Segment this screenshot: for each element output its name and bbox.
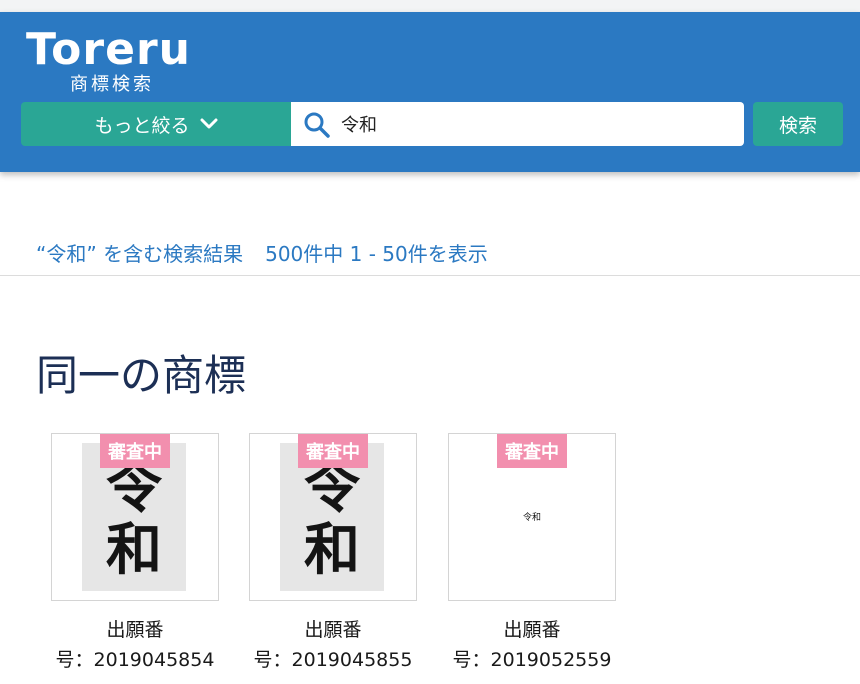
section-title: 同一の商標 — [36, 351, 247, 400]
trademark-thumbnail[interactable]: 令 和 審査中 — [249, 433, 417, 601]
top-strip — [0, 0, 860, 12]
application-number-label: 出願番 — [503, 619, 561, 641]
application-number-value: 号：2019052559 — [452, 649, 612, 671]
chevron-down-icon — [200, 118, 217, 129]
site-header: Toreru 商標検索 もっと絞る 検索 — [0, 12, 860, 172]
result-query: “令和” を含む検索結果 — [36, 242, 244, 266]
application-number: 出願番 号：2019045855 — [249, 615, 417, 675]
result-summary: “令和” を含む検索結果 500件中 1 - 50件を表示 — [36, 238, 488, 267]
trademark-thumbnail[interactable]: 令 和 審査中 — [51, 433, 219, 601]
mark-char: 和 — [106, 517, 162, 583]
trademark-text-mark: 令和 — [522, 513, 541, 523]
search-button-label: 検索 — [778, 114, 817, 137]
status-badge: 審査中 — [298, 434, 368, 468]
narrow-search-label: もっと絞る — [94, 114, 190, 137]
logo-text: Toreru — [26, 24, 191, 75]
trademark-card[interactable]: 令 和 審査中 出願番 号：2019045855 — [249, 433, 417, 675]
divider — [0, 275, 860, 276]
trademark-thumbnail[interactable]: 令和 審査中 — [448, 433, 616, 601]
narrow-search-button[interactable]: もっと絞る — [21, 102, 291, 146]
application-number: 出願番 号：2019045854 — [51, 615, 219, 675]
search-button[interactable]: 検索 — [753, 102, 843, 146]
application-number-label: 出願番 — [304, 619, 362, 641]
result-count: 500件中 1 - 50件を表示 — [265, 242, 488, 266]
status-badge: 審査中 — [497, 434, 567, 468]
trademark-card[interactable]: 令 和 審査中 出願番 号：2019045854 — [51, 433, 219, 675]
search-box — [291, 102, 744, 146]
site-logo[interactable]: Toreru 商標検索 — [26, 24, 206, 95]
search-icon — [304, 112, 330, 138]
logo-subtitle: 商標検索 — [70, 74, 154, 95]
status-badge: 審査中 — [100, 434, 170, 468]
trademark-card[interactable]: 令和 審査中 出願番 号：2019052559 — [448, 433, 616, 675]
mark-char: 和 — [304, 517, 360, 583]
application-number-label: 出願番 — [106, 619, 164, 641]
application-number: 出願番 号：2019052559 — [448, 615, 616, 675]
application-number-value: 号：2019045855 — [253, 649, 413, 671]
application-number-value: 号：2019045854 — [55, 649, 215, 671]
search-input[interactable] — [341, 102, 731, 146]
